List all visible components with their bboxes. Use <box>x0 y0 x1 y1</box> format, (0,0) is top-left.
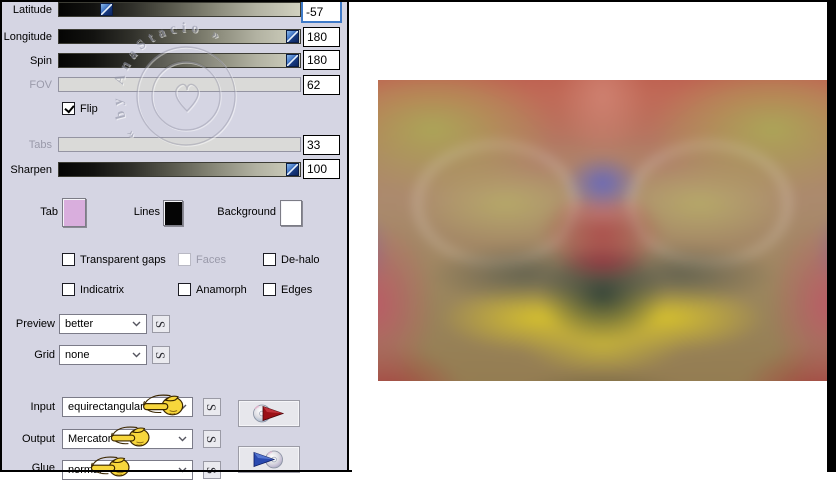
grid-select[interactable]: none <box>59 345 147 365</box>
spin-slider-thumb[interactable] <box>286 54 299 67</box>
longitude-slider-thumb[interactable] <box>286 30 299 43</box>
preview-image <box>378 80 827 381</box>
tab-color-swatch[interactable] <box>62 198 86 227</box>
save-settings-button[interactable] <box>238 400 300 427</box>
indicatrix-checkbox[interactable] <box>62 283 75 296</box>
faces-checkbox <box>178 253 191 266</box>
chevron-down-icon <box>132 352 141 358</box>
preview-random-button[interactable]: S <box>152 315 170 333</box>
spin-slider[interactable] <box>58 53 301 68</box>
sharpen-value-input[interactable] <box>303 159 340 179</box>
input-label: Input <box>0 401 55 414</box>
latitude-slider[interactable] <box>58 2 301 17</box>
spin-label: Spin <box>0 55 52 68</box>
fov-slider <box>58 77 301 92</box>
anamorph-label: Anamorph <box>196 284 247 297</box>
chevron-down-icon <box>178 436 187 442</box>
fov-label: FOV <box>0 79 52 92</box>
longitude-label: Longitude <box>0 31 52 44</box>
faces-label: Faces <box>196 254 226 267</box>
disk-blue-arrow-icon <box>247 449 291 470</box>
pointing-hand-icon <box>108 424 156 454</box>
background-color-swatch[interactable] <box>280 200 302 226</box>
sharpen-slider-thumb[interactable] <box>286 163 299 176</box>
preview-select[interactable]: better <box>59 314 147 334</box>
check-icon <box>64 103 74 114</box>
longitude-slider[interactable] <box>58 29 301 44</box>
de-halo-label: De-halo <box>281 254 320 267</box>
output-random-button[interactable]: S <box>203 430 221 448</box>
grid-label: Grid <box>0 349 55 362</box>
latitude-slider-thumb[interactable] <box>100 3 113 16</box>
disk-red-arrow-icon <box>247 403 291 424</box>
edges-label: Edges <box>281 284 312 297</box>
flip-checkbox[interactable] <box>62 102 75 115</box>
chevron-down-icon <box>132 321 141 327</box>
edges-checkbox[interactable] <box>263 283 276 296</box>
pointing-hand-icon <box>140 392 190 423</box>
background-color-label: Background <box>210 206 276 219</box>
load-settings-button[interactable] <box>238 446 300 473</box>
preview-image-paint <box>378 80 827 381</box>
transparent-gaps-label: Transparent gaps <box>80 254 166 267</box>
window-border-right <box>827 0 836 472</box>
tabs-value-input[interactable] <box>303 135 340 155</box>
grid-select-value: none <box>65 349 132 361</box>
panel-divider <box>347 0 349 472</box>
fov-value-input[interactable] <box>303 75 340 95</box>
de-halo-checkbox[interactable] <box>263 253 276 266</box>
spin-value-input[interactable] <box>303 50 340 70</box>
pointing-hand-icon <box>88 454 136 484</box>
window-border-top <box>0 0 836 2</box>
sharpen-slider[interactable] <box>58 162 301 177</box>
indicatrix-label: Indicatrix <box>80 284 124 297</box>
input-random-button[interactable]: S <box>203 398 221 416</box>
lines-color-swatch[interactable] <box>163 200 183 226</box>
longitude-value-input[interactable] <box>303 27 340 47</box>
tab-color-label: Tab <box>20 206 58 219</box>
transparent-gaps-checkbox[interactable] <box>62 253 75 266</box>
glue-label: Glue <box>0 462 55 475</box>
output-label: Output <box>0 433 55 446</box>
tabs-label: Tabs <box>0 139 52 152</box>
sharpen-label: Sharpen <box>0 164 52 177</box>
tabs-slider <box>58 137 301 152</box>
anamorph-checkbox[interactable] <box>178 283 191 296</box>
window-border-left <box>0 0 2 472</box>
latitude-label: Latitude <box>0 4 52 17</box>
latitude-value-input[interactable] <box>301 0 342 23</box>
preview-select-value: better <box>65 318 132 330</box>
grid-random-button[interactable]: S <box>152 346 170 364</box>
flip-label: Flip <box>80 103 98 116</box>
lines-color-label: Lines <box>115 206 160 219</box>
preview-label: Preview <box>0 318 55 331</box>
